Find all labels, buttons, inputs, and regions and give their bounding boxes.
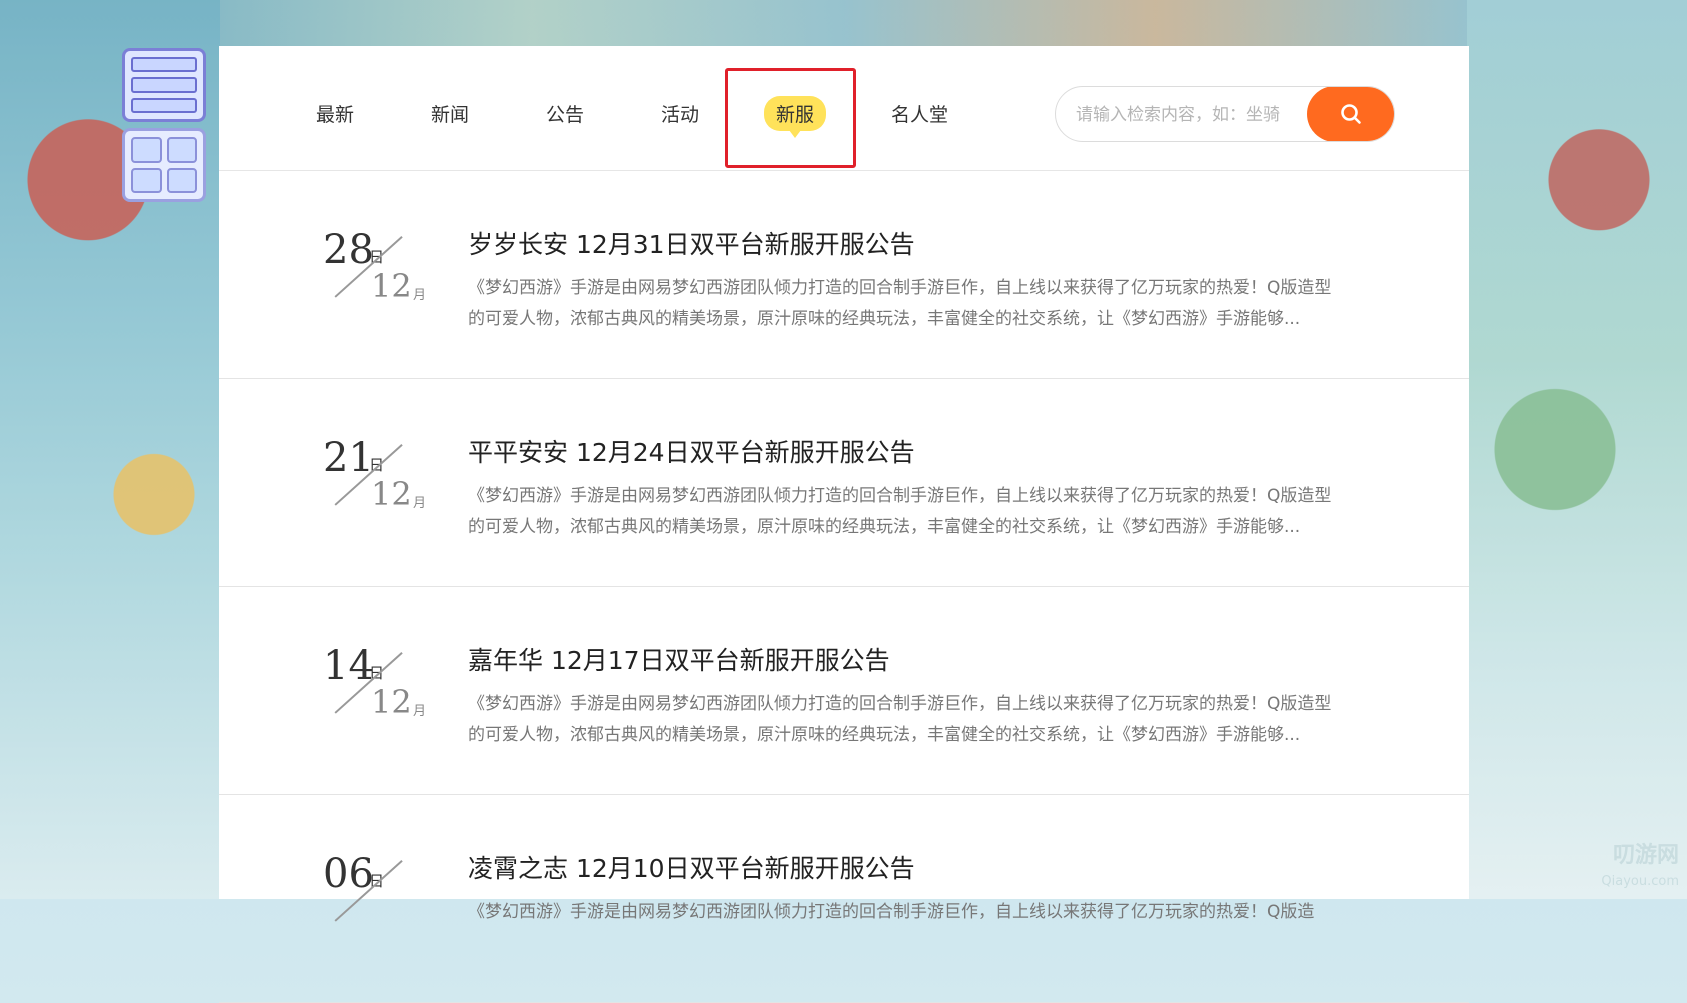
grid-view-cell — [131, 167, 162, 193]
article-title[interactable]: 平平安安 12月24日双平台新服开服公告 — [468, 433, 915, 469]
date-day: 21 — [323, 435, 374, 481]
grid-view-cell — [166, 167, 197, 193]
content-panel: 最新 新闻 公告 活动 新服 名人堂 28 日 12 月 岁岁长安 12月31日… — [219, 46, 1469, 1003]
search-box — [1055, 86, 1395, 142]
date-badge: 21 日 12 月 — [323, 436, 433, 516]
watermark-name: 叨游网 — [1612, 843, 1679, 868]
article-summary: 《梦幻西游》手游是由网易梦幻西游团队倾力打造的回合制手游巨作，自上线以来获得了亿… — [468, 694, 1332, 745]
date-day: 06 — [323, 851, 374, 897]
article-title[interactable]: 凌霄之志 12月10日双平台新服开服公告 — [468, 849, 915, 885]
date-month: 12 — [371, 475, 412, 513]
category-nav: 最新 新闻 公告 活动 新服 名人堂 — [219, 46, 1469, 171]
date-month-unit: 月 — [413, 288, 427, 303]
search-icon — [1341, 104, 1361, 124]
tab-hall-of-fame[interactable]: 名人堂 — [891, 100, 948, 127]
tab-announcement[interactable]: 公告 — [546, 100, 584, 127]
date-badge: 06 日 — [323, 852, 433, 932]
article-summary: 《梦幻西游》手游是由网易梦幻西游团队倾力打造的回合制手游巨作，自上线以来获得了亿… — [468, 278, 1332, 329]
list-item[interactable]: 06 日 凌霄之志 12月10日双平台新服开服公告 《梦幻西游》手游是由网易梦幻… — [219, 795, 1469, 1003]
selection-highlight — [725, 68, 856, 168]
date-day: 28 — [323, 227, 374, 273]
scenery-top — [220, 0, 1467, 46]
date-month-unit: 月 — [413, 496, 427, 511]
article-summary: 《梦幻西游》手游是由网易梦幻西游团队倾力打造的回合制手游巨作，自上线以来获得了亿… — [468, 902, 1315, 922]
site-watermark: 叨游网 Qiayou.com — [1529, 843, 1679, 893]
search-input[interactable] — [1056, 87, 1328, 141]
list-item[interactable]: 21 日 12 月 平平安安 12月24日双平台新服开服公告 《梦幻西游》手游是… — [219, 379, 1469, 587]
date-day: 14 — [323, 643, 374, 689]
tab-news[interactable]: 新闻 — [431, 100, 469, 127]
grid-view-icon[interactable] — [122, 128, 206, 202]
search-button[interactable] — [1307, 87, 1394, 141]
tab-events[interactable]: 活动 — [661, 100, 699, 127]
grid-view-cell — [131, 137, 162, 163]
article-title[interactable]: 岁岁长安 12月31日双平台新服开服公告 — [468, 225, 915, 261]
list-item[interactable]: 28 日 12 月 岁岁长安 12月31日双平台新服开服公告 《梦幻西游》手游是… — [219, 171, 1469, 379]
view-toggle — [122, 48, 208, 202]
article-title[interactable]: 嘉年华 12月17日双平台新服开服公告 — [468, 641, 890, 677]
date-badge: 14 日 12 月 — [323, 644, 433, 724]
date-month-unit: 月 — [413, 704, 427, 719]
scenery-right — [1467, 0, 1687, 899]
watermark-url: Qiayou.com — [1601, 874, 1679, 889]
list-view-bar — [131, 57, 197, 73]
list-view-bar — [131, 97, 197, 113]
list-view-icon[interactable] — [122, 48, 206, 122]
date-month: 12 — [371, 267, 412, 305]
date-badge: 28 日 12 月 — [323, 228, 433, 308]
date-month: 12 — [371, 683, 412, 721]
tab-latest[interactable]: 最新 — [316, 100, 354, 127]
grid-view-cell — [166, 137, 197, 163]
list-view-bar — [131, 77, 197, 93]
list-item[interactable]: 14 日 12 月 嘉年华 12月17日双平台新服开服公告 《梦幻西游》手游是由… — [219, 587, 1469, 795]
article-summary: 《梦幻西游》手游是由网易梦幻西游团队倾力打造的回合制手游巨作，自上线以来获得了亿… — [468, 486, 1332, 537]
